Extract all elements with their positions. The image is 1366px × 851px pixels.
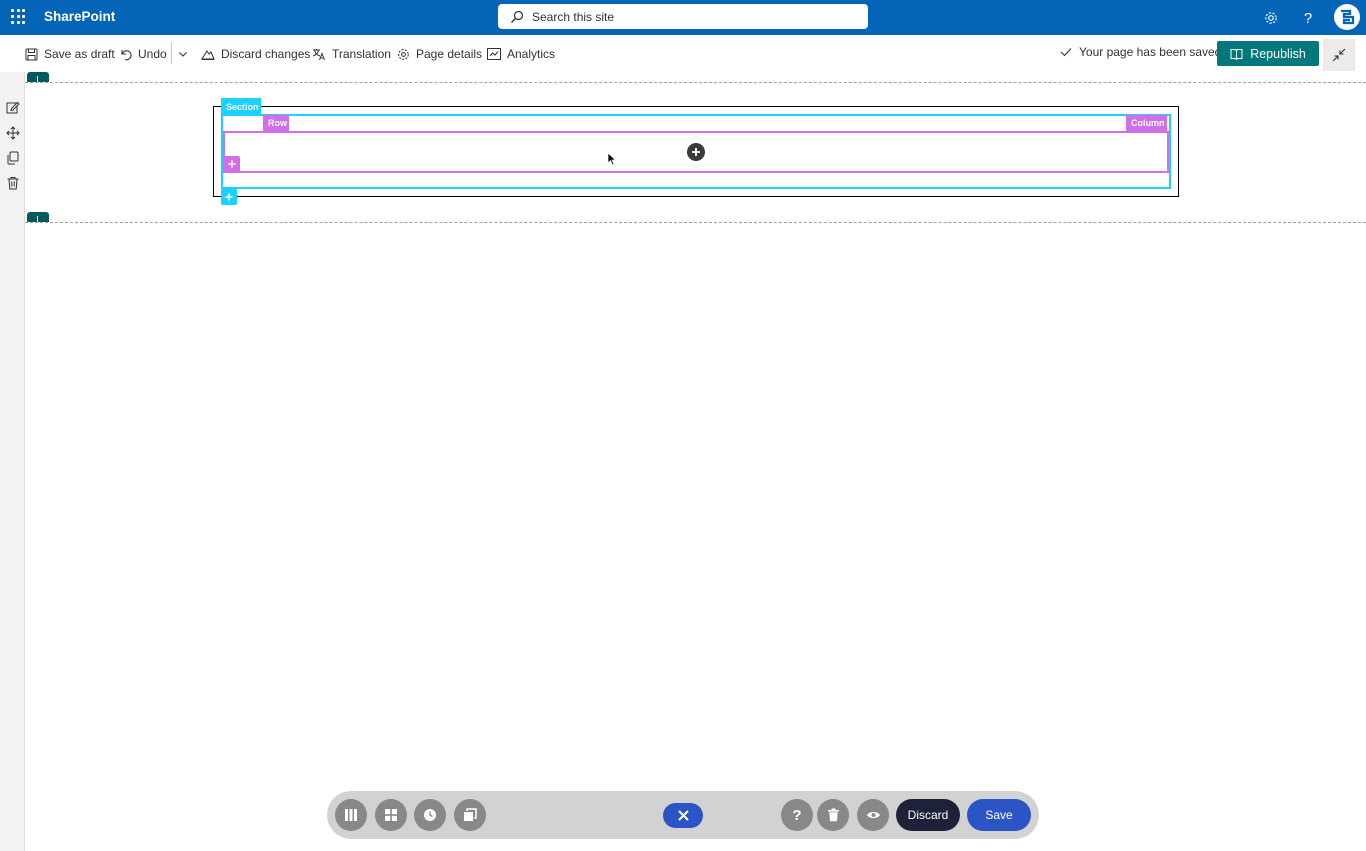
add-section-top-button[interactable] (27, 72, 49, 82)
columns-layout-button[interactable] (335, 799, 367, 831)
section-divider-bottom (25, 222, 1366, 223)
undo-label: Undo (138, 47, 167, 61)
discard-changes-label: Discard changes (221, 47, 311, 61)
clock-icon (424, 809, 436, 821)
gear-icon (398, 48, 409, 60)
close-icon (677, 810, 689, 821)
save-button[interactable]: Save (967, 799, 1031, 831)
avatar-logo-icon (1341, 9, 1355, 25)
row-tag[interactable]: Row (263, 115, 289, 131)
copy-layout-button[interactable] (454, 799, 486, 831)
app-name[interactable]: SharePoint (44, 9, 115, 24)
add-section-button[interactable] (221, 189, 237, 205)
page-details-button[interactable]: Page details (397, 45, 482, 63)
command-divider (171, 42, 172, 64)
book-icon (1230, 48, 1243, 60)
plus-icon (692, 148, 700, 156)
suite-bar: SharePoint ? (0, 0, 1366, 35)
columns-icon (345, 809, 357, 821)
save-icon (25, 48, 38, 60)
analytics-icon (487, 48, 501, 60)
add-row-button[interactable] (224, 156, 240, 172)
eye-icon (866, 812, 880, 818)
grid-layout-button[interactable] (375, 799, 407, 831)
history-button[interactable] (414, 799, 446, 831)
undo-history-dropdown[interactable] (178, 45, 194, 63)
analytics-label: Analytics (507, 47, 556, 61)
republish-button[interactable]: Republish (1217, 41, 1319, 66)
collapse-button[interactable] (1323, 39, 1355, 71)
discard-button[interactable]: Discard (896, 799, 960, 831)
collapse-icon (1332, 48, 1346, 62)
edit-icon[interactable] (5, 100, 20, 115)
search-icon (511, 10, 524, 23)
chevron-down-icon (179, 52, 187, 57)
page-details-label: Page details (416, 47, 483, 61)
help-icon[interactable]: ? (1298, 8, 1318, 28)
column-tag[interactable]: Column (1126, 115, 1167, 131)
section-divider-top (25, 82, 1366, 83)
plus-icon (228, 160, 236, 168)
mouse-cursor-icon (607, 152, 617, 166)
analytics-button[interactable]: Analytics (487, 45, 555, 63)
search-input[interactable] (532, 9, 832, 24)
close-button[interactable] (663, 803, 703, 828)
trash-icon[interactable] (5, 175, 20, 190)
undo-icon (121, 49, 132, 60)
checkmark-icon (1060, 48, 1072, 57)
republish-label: Republish (1250, 46, 1306, 61)
settings-icon[interactable] (1261, 8, 1281, 28)
plus-icon (225, 193, 233, 201)
translation-button[interactable]: Translation (312, 45, 391, 63)
translation-label: Translation (332, 47, 391, 61)
save-status: Your page has been saved (1060, 45, 1221, 59)
copy-icon (464, 808, 477, 821)
translation-icon (312, 48, 325, 60)
save-draft-button[interactable]: Save as draft (25, 45, 115, 63)
discard-changes-button[interactable]: Discard changes (201, 45, 310, 63)
save-draft-label: Save as draft (44, 47, 115, 61)
avatar[interactable] (1334, 4, 1360, 30)
delete-button[interactable] (817, 799, 849, 831)
duplicate-icon[interactable] (5, 150, 20, 165)
preview-button[interactable] (857, 799, 889, 831)
discard-icon (201, 49, 215, 60)
move-icon[interactable] (5, 125, 20, 140)
trash-icon (827, 808, 839, 822)
left-toolbar (0, 72, 25, 851)
help-button[interactable]: ? (781, 799, 813, 831)
add-section-bottom-button[interactable] (27, 212, 49, 222)
section-tag[interactable]: Section (221, 98, 261, 115)
save-status-text: Your page has been saved (1079, 45, 1222, 59)
search-box[interactable] (498, 4, 868, 29)
undo-button[interactable]: Undo (119, 45, 167, 63)
app-launcher-icon[interactable] (11, 9, 27, 25)
add-webpart-button[interactable] (687, 143, 705, 161)
grid-icon (385, 809, 397, 821)
